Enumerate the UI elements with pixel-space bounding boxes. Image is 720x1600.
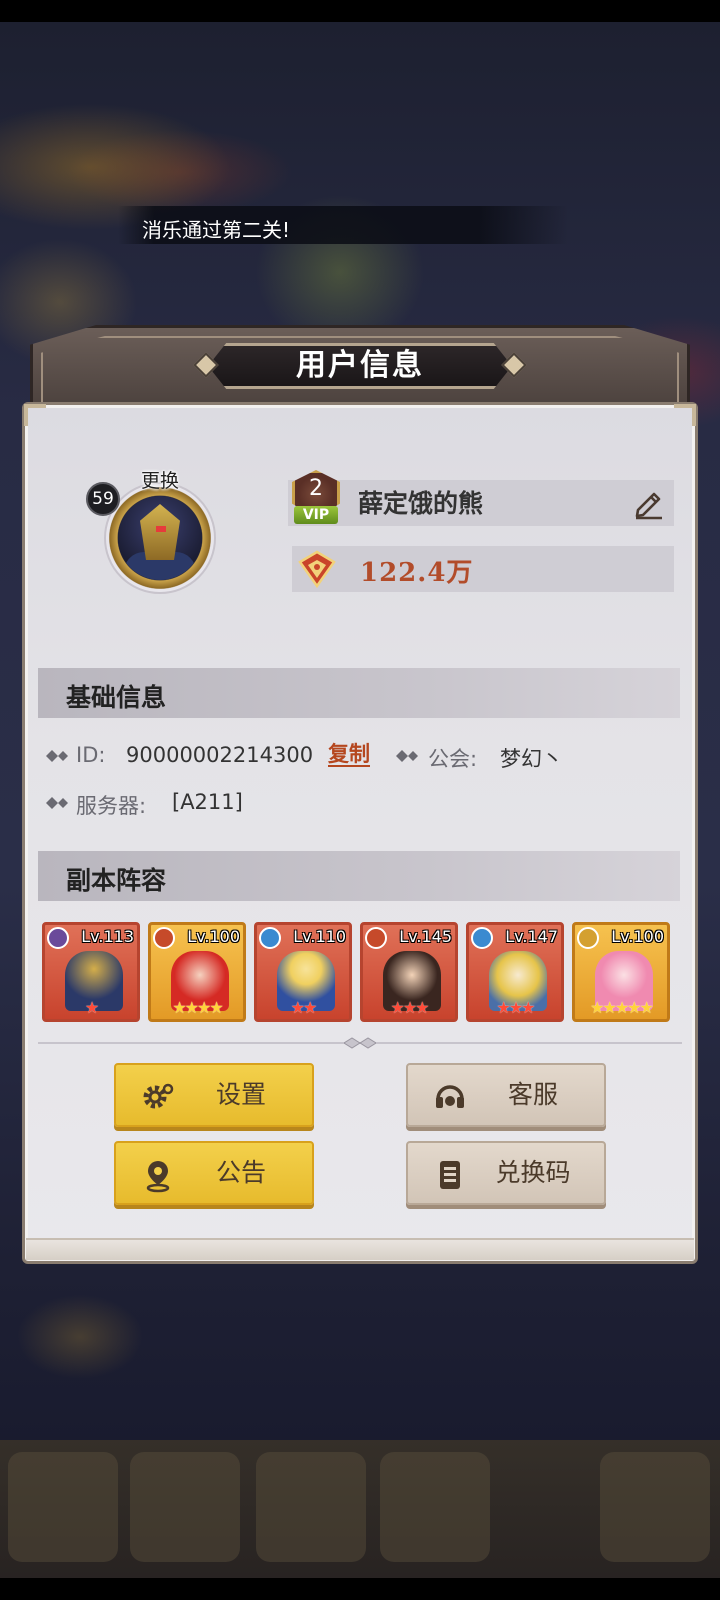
server-label: 服务器: [76,794,147,818]
bottom-nav-slot [130,1452,240,1562]
redeem-code-label: 兑换码 [495,1158,571,1187]
hero-slot[interactable]: Lv.110 ★★ [254,922,352,1022]
vip-badge: 2 VIP [286,470,346,528]
id-value: 90000002214300 [126,743,314,767]
hero-slot[interactable]: Lv.100 ★★★★★ [572,922,670,1022]
hero-stars: ★★★ [496,998,535,1017]
hero-stars: ★★ [290,998,318,1017]
change-avatar-button[interactable]: 更换 [130,466,190,493]
toast-message: 消乐通过第二关! [142,218,291,242]
element-icon [471,927,493,949]
bullet-diamond-icon [46,750,68,762]
guild-value: 梦幻丶 [500,747,563,771]
headset-icon [436,1085,464,1108]
edit-name-icon[interactable] [632,486,666,520]
navigation-bar [0,1578,720,1600]
element-icon [365,927,387,949]
dialog-footer [26,1238,694,1260]
element-icon [153,927,175,949]
server-value: [A211] [172,790,243,814]
combat-power-icon [298,550,336,589]
power-bar [292,546,674,592]
vip-level: 2 [309,476,323,501]
hero-stars: ★★★★ [172,998,223,1017]
combat-power-value: 122.4万 [360,558,474,588]
support-label: 客服 [507,1080,558,1109]
hero-stars: ★★★ [390,998,429,1017]
hero-level: Lv.110 [293,927,346,946]
hero-slot[interactable]: Lv.113 ★ [42,922,140,1022]
location-pin-icon [146,1161,170,1193]
element-icon [47,927,69,949]
basic-info-title: 基础信息 [66,683,167,712]
element-icon [259,927,281,949]
gear-icon [143,1083,174,1109]
status-bar [0,0,720,22]
notice-button[interactable]: 公告 [114,1141,314,1205]
notification-toast: 消乐通过第二关! [118,206,568,244]
bullet-diamond-icon [396,750,418,762]
book-icon [440,1161,460,1189]
bottom-nav-slot [600,1452,710,1562]
notice-label: 公告 [215,1158,266,1187]
player-level-badge: 59 [86,482,120,516]
dialog-title: 用户信息 [296,348,424,383]
copy-id-button[interactable]: 复制 [328,743,370,767]
lineup-title: 副本阵容 [66,866,167,895]
hero-level: Lv.113 [81,927,134,946]
bottom-nav-slot [256,1452,366,1562]
player-name: 薛定饿的熊 [358,489,484,518]
element-icon [577,927,599,949]
support-button[interactable]: 客服 [406,1063,606,1127]
hero-slot[interactable]: Lv.145 ★★★ [360,922,458,1022]
frame-corner-ornament [24,404,46,426]
avatar[interactable] [118,496,202,580]
bottom-nav-slot [8,1452,118,1562]
bullet-diamond-icon [46,797,68,809]
redeem-code-button[interactable]: 兑换码 [406,1141,606,1205]
settings-button[interactable]: 设置 [114,1063,314,1127]
hero-level: Lv.147 [505,927,558,946]
hero-stars: ★★★★★ [590,998,654,1017]
id-label: ID: [76,743,106,767]
frame-corner-ornament [674,404,696,426]
settings-label: 设置 [215,1080,266,1109]
hero-level: Lv.100 [611,927,664,946]
divider-ornament-icon [344,1037,376,1049]
hero-level: Lv.145 [399,927,452,946]
vip-label: VIP [294,506,338,524]
hero-level: Lv.100 [187,927,240,946]
hero-stars: ★ [84,998,99,1017]
hero-slot[interactable]: Lv.100 ★★★★ [148,922,246,1022]
bottom-nav-slot [380,1452,490,1562]
guild-label: 公会: [428,747,478,771]
hero-slot[interactable]: Lv.147 ★★★ [466,922,564,1022]
